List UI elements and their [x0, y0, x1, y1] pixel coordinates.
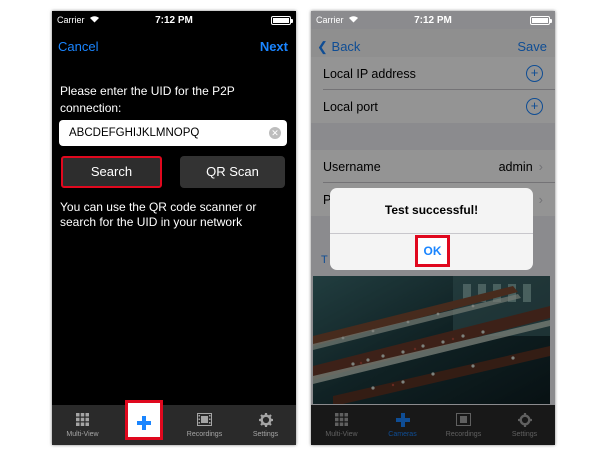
battery-icon — [271, 15, 293, 25]
dialog-divider — [330, 233, 533, 234]
navigation-bar: Cancel Next — [52, 29, 296, 73]
tab-recordings[interactable]: Recordings — [174, 405, 235, 445]
tab-label: Recordings — [186, 431, 223, 438]
film-icon — [197, 411, 212, 428]
tab-label: Settings — [252, 431, 279, 438]
uid-prompt: Please enter the UID for the P2P connect… — [60, 84, 235, 115]
search-button[interactable]: Search — [61, 156, 162, 188]
phone-screen-camera-settings: ❮ Back Save Local IP address + Local por… — [311, 11, 555, 445]
clear-icon[interactable]: ✕ — [269, 127, 281, 139]
uid-input[interactable]: ABCDEFGHIJKLMNOPQ ✕ — [59, 120, 287, 146]
ok-button[interactable]: OK — [418, 238, 447, 264]
tab-label: Multi-View — [66, 431, 99, 438]
phone-screen-uid-entry: Carrier 7:12 PM Cancel Next Please enter… — [52, 11, 296, 445]
dialog-message: Test successful! — [384, 203, 479, 217]
uid-input-value: ABCDEFGHIJKLMNOPQ — [69, 127, 200, 139]
ok-highlight: OK — [415, 235, 450, 267]
tab-settings[interactable]: Settings — [235, 405, 296, 445]
grid-icon — [76, 411, 89, 428]
tab-multi-view[interactable]: Multi-View — [52, 405, 113, 445]
next-button[interactable]: Next — [260, 39, 288, 54]
plus-icon — [136, 414, 151, 431]
help-text: You can use the QR code scanner or searc… — [60, 200, 257, 229]
qr-scan-button[interactable]: QR Scan — [180, 156, 285, 188]
cancel-button[interactable]: Cancel — [58, 39, 98, 54]
battery-icon — [530, 15, 552, 25]
tab-bar: Multi-View Recordings Settings — [52, 400, 296, 445]
status-time: 7:12 PM — [155, 14, 193, 26]
gear-icon — [258, 411, 273, 428]
tab-add-camera[interactable] — [113, 400, 174, 445]
test-result-dialog: Test successful! OK — [330, 188, 533, 270]
status-bar: Carrier 7:12 PM — [52, 11, 296, 29]
status-time: 7:12 PM — [414, 14, 452, 26]
status-bar: Carrier 7:12 PM — [311, 11, 555, 29]
